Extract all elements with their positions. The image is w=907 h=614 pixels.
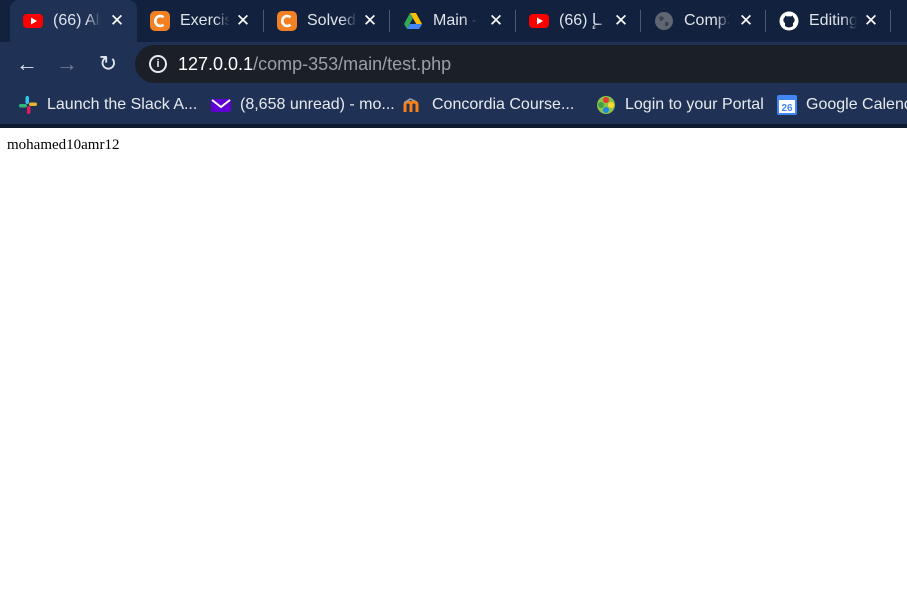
tab-1[interactable]: Exercise ✕	[137, 0, 263, 42]
bookmark-label: Concordia Course...	[432, 96, 575, 113]
tab-title: Editing	[809, 12, 857, 29]
c-orange-icon	[150, 11, 170, 31]
globe-icon	[655, 12, 673, 30]
close-tab-icon[interactable]: ✕	[861, 11, 881, 31]
toolbar: ← → ↻ i 127.0.0.1/comp-353/main/test.php	[0, 42, 907, 86]
calendar-day-number: 26	[781, 103, 793, 114]
bookmark-label: (8,658 unread) - mo...	[240, 96, 395, 113]
bookmark-label: Launch the Slack A...	[47, 96, 198, 113]
tab-2[interactable]: Solved: ✕	[264, 0, 389, 42]
reload-button[interactable]: ↻	[94, 50, 122, 78]
youtube-icon	[529, 14, 549, 28]
page-text: mohamed10amr12	[7, 137, 120, 153]
slack-icon	[19, 96, 37, 114]
close-tab-icon[interactable]: ✕	[611, 11, 631, 31]
url-host: 127.0.0.1	[178, 54, 254, 74]
tab-4[interactable]: ـإ (66) ✕	[516, 0, 640, 42]
close-tab-icon[interactable]: ✕	[486, 11, 506, 31]
bookmarks-bar: Launch the Slack A... (8,658 unread) - m…	[0, 86, 907, 124]
tab-6[interactable]: Editing ✕	[766, 0, 890, 42]
youtube-icon	[23, 14, 43, 28]
tab-title: Solved:	[307, 12, 357, 29]
close-tab-icon[interactable]: ✕	[107, 11, 127, 31]
yahoo-mail-icon	[211, 99, 231, 112]
moodle-icon	[403, 98, 419, 112]
bookmark-label: Google Calendar	[806, 96, 907, 113]
back-button[interactable]: ←	[13, 50, 41, 78]
tab-3[interactable]: Main - ✕	[390, 0, 515, 42]
toolbar-divider	[0, 124, 907, 128]
c-orange-icon	[277, 11, 297, 31]
close-tab-icon[interactable]: ✕	[736, 11, 756, 31]
github-icon	[779, 11, 799, 31]
tab-5[interactable]: Comp3 ✕	[641, 0, 765, 42]
forward-button[interactable]: →	[53, 50, 81, 78]
tab-title: Exercise	[180, 12, 230, 29]
close-tab-icon[interactable]: ✕	[233, 11, 253, 31]
google-drive-icon	[404, 13, 422, 29]
site-info-icon[interactable]: i	[149, 55, 167, 73]
close-tab-icon[interactable]: ✕	[360, 11, 380, 31]
bookmark-label: Login to your Portal	[625, 96, 764, 113]
portal-icon	[597, 96, 615, 114]
tab-title: Comp3	[684, 12, 730, 29]
url-path: /comp-353/main/test.php	[253, 54, 452, 74]
url-text[interactable]: 127.0.0.1/comp-353/main/test.php	[178, 54, 451, 74]
tab-separator	[890, 10, 891, 32]
tab-title: Main -	[433, 12, 477, 29]
address-bar[interactable]: i 127.0.0.1/comp-353/main/test.php	[135, 45, 907, 83]
tab-0[interactable]: (66) Alp ✕	[10, 0, 137, 42]
tab-title: (66) Alp	[53, 12, 101, 29]
google-calendar-icon: 26	[777, 95, 797, 115]
tab-strip: (66) Alp ✕ Exercise ✕ Solved: ✕ Main - ✕	[0, 0, 907, 42]
tab-title: ـإ (66)	[559, 12, 602, 29]
